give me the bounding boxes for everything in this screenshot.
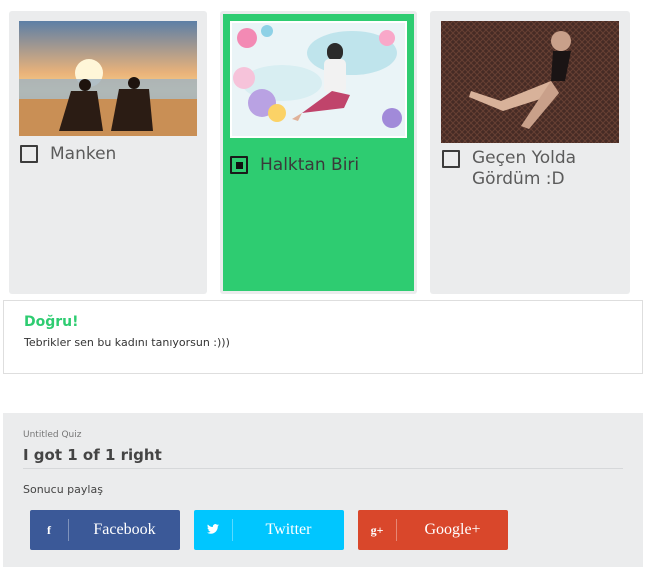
option-image-beach-couple: [19, 21, 197, 136]
twitter-label: Twitter: [265, 521, 312, 538]
option-label: Halktan Biri: [260, 155, 360, 175]
share-label: Sonucu paylaş: [23, 483, 103, 496]
google-plus-share-button[interactable]: g+ Google+: [358, 510, 508, 550]
quiz-score: I got 1 of 1 right: [23, 446, 162, 464]
option-image-woman-fence: [441, 21, 619, 143]
google-plus-icon: g+: [370, 522, 384, 537]
answer-result-panel: Doğru! Tebrikler sen bu kadını tanıyorsu…: [3, 300, 643, 374]
option-checkbox-checked[interactable]: [230, 156, 248, 174]
result-title: Doğru!: [24, 314, 79, 330]
option-label: Geçen Yolda Gördüm :D: [472, 148, 577, 189]
option-checkbox[interactable]: [20, 145, 38, 163]
option-card-halktan-biri[interactable]: Halktan Biri: [220, 11, 417, 294]
option-checkbox[interactable]: [442, 150, 460, 168]
check-mark-icon: [236, 162, 243, 169]
divider: [23, 468, 623, 469]
option-label: Manken: [50, 144, 117, 164]
facebook-share-button[interactable]: f Facebook: [30, 510, 180, 550]
quiz-share-panel: Untitled Quiz I got 1 of 1 right Sonucu …: [3, 413, 643, 567]
option-image-candy-fashion: [230, 21, 407, 138]
quiz-name: Untitled Quiz: [23, 430, 82, 440]
twitter-icon: [194, 523, 232, 538]
twitter-share-button[interactable]: Twitter: [194, 510, 344, 550]
facebook-icon: f: [47, 522, 51, 537]
option-card-manken[interactable]: Manken: [9, 11, 207, 294]
option-card-gecen-yolda-gordum[interactable]: Geçen Yolda Gördüm :D: [430, 11, 630, 294]
result-message: Tebrikler sen bu kadını tanıyorsun :))): [24, 336, 230, 349]
facebook-label: Facebook: [93, 521, 156, 538]
google-plus-label: Google+: [424, 521, 481, 538]
